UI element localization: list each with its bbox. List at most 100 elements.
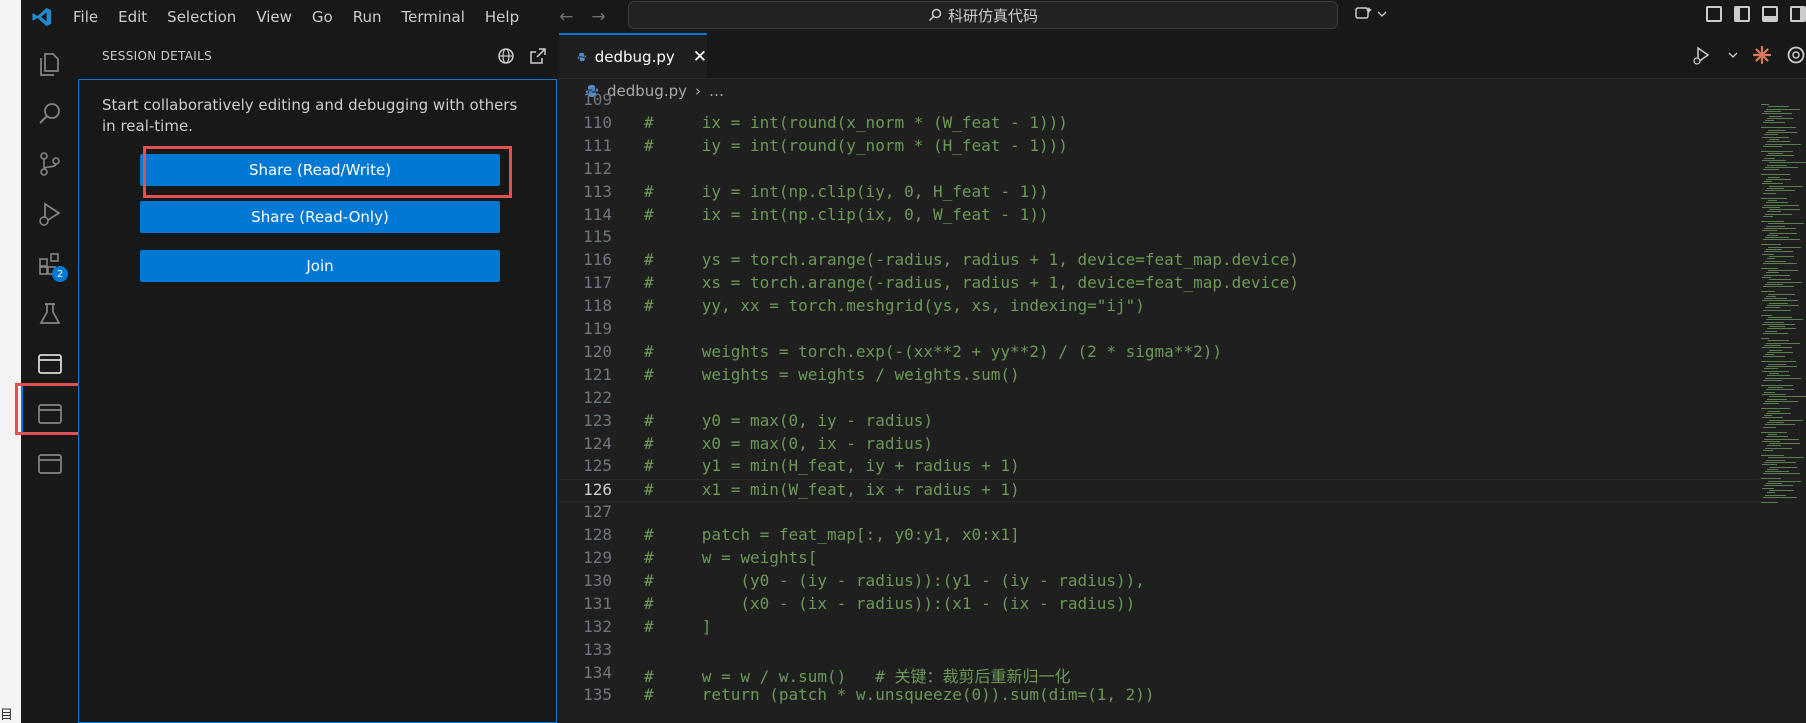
testing-flask-icon[interactable]	[21, 290, 78, 338]
search-icon[interactable]	[21, 90, 78, 138]
customize-layout-icon[interactable]	[1706, 6, 1722, 22]
minimap-line	[1767, 141, 1790, 143]
menu-file[interactable]: File	[63, 8, 108, 26]
minimap-line	[1769, 255, 1794, 257]
sidebar-actions	[497, 47, 547, 65]
minimap-line	[1762, 113, 1792, 115]
minimap-line	[1761, 455, 1784, 456]
run-python-icon[interactable]	[1692, 45, 1714, 65]
openai-icon[interactable]	[1786, 45, 1806, 65]
minimap-line	[1761, 150, 1793, 152]
share-read-only-button[interactable]: Share (Read-Only)	[140, 201, 500, 233]
minimap-line	[1761, 127, 1796, 129]
minimap-line	[1769, 466, 1797, 468]
menu-edit[interactable]: Edit	[108, 8, 157, 26]
back-arrow-icon[interactable]: ←	[559, 7, 573, 27]
code-line[interactable]: 134 # w = w / w.sum() # 关键：裁剪后重新归一化	[559, 663, 1759, 686]
code-line[interactable]: 132 # ]	[559, 617, 1759, 640]
code-text: # iy = int(np.clip(iy, 0, H_feat - 1))	[644, 181, 1049, 201]
code-line[interactable]: 116 # ys = torch.arange(-radius, radius +…	[559, 250, 1759, 273]
minimap-line	[1762, 183, 1783, 185]
line-number: 125	[583, 456, 612, 476]
code-line[interactable]: 122	[559, 388, 1759, 411]
line-number: 124	[583, 433, 612, 453]
code-line[interactable]: 113 # iy = int(np.clip(iy, 0, H_feat - 1)…	[559, 182, 1759, 205]
forward-arrow-icon[interactable]: →	[591, 7, 605, 27]
code-line[interactable]: 121 # weights = weights / weights.sum()	[559, 365, 1759, 388]
live-share-panel-icon[interactable]	[21, 340, 78, 388]
code-line[interactable]: 119	[559, 319, 1759, 342]
code-line[interactable]: 120 # weights = torch.exp(-(xx**2 + yy**2…	[559, 342, 1759, 365]
minimap-line	[1766, 366, 1797, 367]
code-line[interactable]: 129 # w = weights[	[559, 548, 1759, 571]
line-number: 120	[583, 341, 612, 361]
panel-icon[interactable]	[21, 440, 78, 488]
minimap[interactable]	[1759, 102, 1806, 723]
close-icon[interactable]: ✕	[693, 47, 707, 67]
code-line[interactable]: 114 # ix = int(np.clip(ix, 0, W_feat - 1)…	[559, 205, 1759, 228]
minimap-line	[1769, 349, 1782, 351]
minimap-line	[1764, 134, 1778, 136]
code-text: # w = weights[	[644, 548, 818, 567]
code-line[interactable]: 130 # (y0 - (iy - radius)):(y1 - (iy - ra…	[559, 571, 1759, 594]
toggle-secondary-sidebar-icon[interactable]	[1790, 6, 1806, 22]
minimap-line	[1768, 223, 1804, 225]
menu-view[interactable]: View	[246, 8, 302, 26]
minimap-line	[1764, 485, 1793, 487]
code-editor[interactable]: 109 110 # ix = int(round(x_norm * (W_feat …	[559, 90, 1759, 723]
code-line[interactable]: 133	[559, 640, 1759, 663]
toggle-panel-icon[interactable]	[1762, 6, 1778, 22]
menu-selection[interactable]: Selection	[157, 8, 246, 26]
minimap-line	[1769, 419, 1803, 421]
code-line[interactable]: 110 # ix = int(round(x_norm * (W_feat - 1…	[559, 113, 1759, 136]
source-control-icon[interactable]	[21, 140, 78, 188]
menu-help[interactable]: Help	[475, 8, 529, 26]
minimap-line	[1768, 316, 1792, 318]
extensions-badge: 2	[52, 266, 68, 282]
minimap-line	[1762, 417, 1783, 419]
code-line[interactable]: 125 # y1 = min(H_feat, iy + radius + 1)	[559, 456, 1759, 479]
code-line[interactable]: 111 # iy = int(round(y_norm * (H_feat - 1…	[559, 136, 1759, 159]
chevron-down-icon[interactable]	[1728, 50, 1738, 60]
line-number: 118	[583, 296, 612, 316]
minimap-line	[1764, 181, 1772, 183]
code-line[interactable]: 117 # xs = torch.arange(-radius, radius +…	[559, 273, 1759, 296]
code-text: # ix = int(round(x_norm * (W_feat - 1)))	[644, 112, 1068, 132]
minimap-line	[1769, 232, 1797, 234]
code-text: # (x0 - (ix - radius)):(x1 - (ix - radiu…	[644, 593, 1136, 613]
command-center-search[interactable]: 科研仿真代码	[628, 1, 1338, 29]
code-line[interactable]: 127	[559, 502, 1759, 525]
minimap-line	[1767, 281, 1802, 283]
code-line[interactable]: 124 # x0 = max(0, ix - radius)	[559, 434, 1759, 457]
menu-terminal[interactable]: Terminal	[392, 8, 475, 26]
line-number: 127	[583, 502, 612, 522]
minimap-line	[1766, 249, 1782, 250]
join-button[interactable]: Join	[140, 250, 500, 282]
code-line[interactable]: 118 # yy, xx = torch.meshgrid(ys, xs, ind…	[559, 296, 1759, 319]
extensions-icon[interactable]: 2	[21, 240, 78, 288]
code-line[interactable]: 112	[559, 159, 1759, 182]
menu-run[interactable]: Run	[343, 8, 392, 26]
menu-go[interactable]: Go	[302, 8, 343, 26]
explorer-icon[interactable]	[21, 40, 78, 88]
globe-icon[interactable]	[497, 47, 515, 65]
claude-spark-icon[interactable]	[1752, 45, 1772, 65]
minimap-line	[1765, 143, 1801, 145]
tab-dedbug-py[interactable]: dedbug.py ✕	[559, 33, 707, 78]
run-debug-icon[interactable]	[21, 190, 78, 238]
minimap-line	[1767, 188, 1784, 189]
line-number: 111	[583, 135, 612, 155]
minimap-line	[1766, 483, 1782, 484]
code-line[interactable]: 126 # x1 = min(W_feat, ix + radius + 1)	[559, 479, 1759, 503]
line-number: 116	[583, 250, 612, 270]
code-line[interactable]: 128 # patch = feat_map[:, y0:y1, x0:x1]	[559, 525, 1759, 548]
code-line[interactable]: 109	[559, 90, 1759, 113]
code-line[interactable]: 115	[559, 227, 1759, 250]
minimap-line	[1762, 136, 1789, 138]
code-line[interactable]: 131 # (x0 - (ix - radius)):(x1 - (ix - ra…	[559, 594, 1759, 617]
open-external-icon[interactable]	[529, 47, 547, 65]
code-line[interactable]: 135 # return (patch * w.unsqueeze(0)).sum…	[559, 685, 1759, 708]
copilot-menu[interactable]	[1355, 6, 1387, 22]
code-line[interactable]: 123 # y0 = max(0, iy - radius)	[559, 411, 1759, 434]
toggle-primary-sidebar-icon[interactable]	[1734, 6, 1750, 22]
